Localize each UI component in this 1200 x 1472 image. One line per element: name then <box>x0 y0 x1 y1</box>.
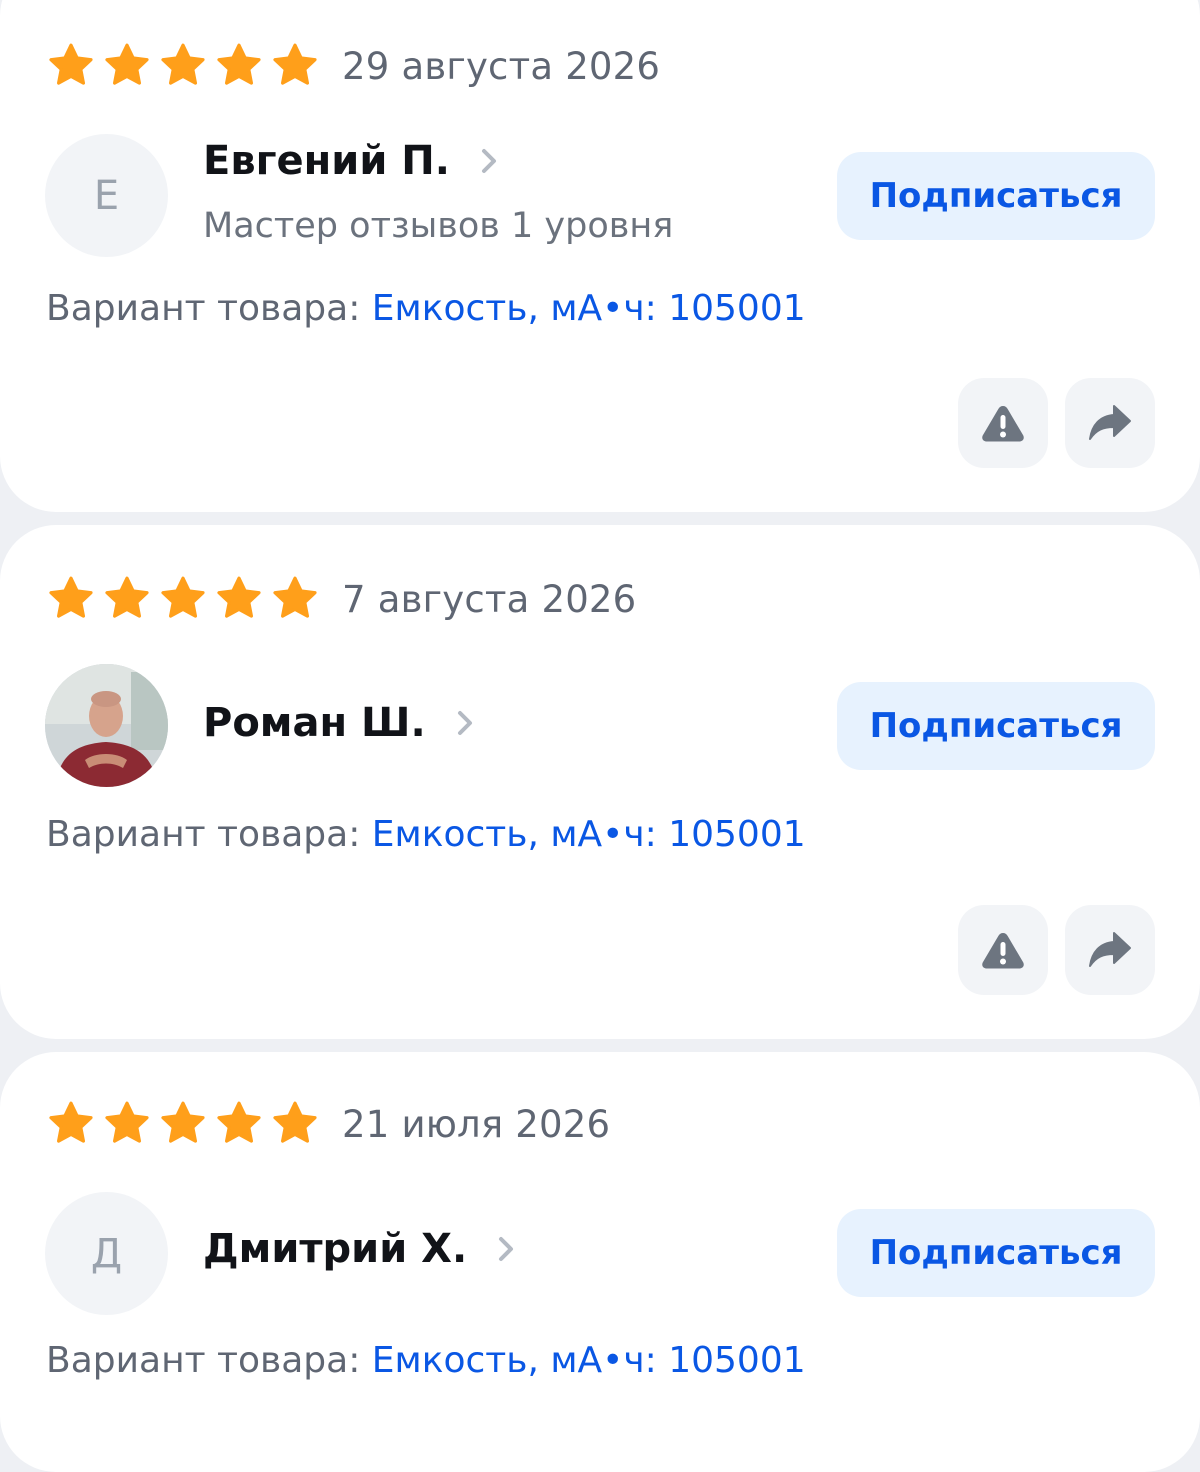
product-variant: Вариант товара: Емкость, мА•ч: 105001 <box>46 814 806 855</box>
share-button[interactable] <box>1065 905 1155 995</box>
product-variant: Вариант товара: Емкость, мА•ч: 105001 <box>46 1340 806 1381</box>
author-link[interactable]: Роман Ш. <box>203 700 474 746</box>
author-link[interactable]: Евгений П. <box>203 138 498 184</box>
share-button[interactable] <box>1065 378 1155 468</box>
variant-value-link[interactable]: Емкость, мА•ч: 105001 <box>372 1340 806 1381</box>
avatar-photo <box>45 664 168 787</box>
author-link[interactable]: Дмитрий Х. <box>203 1226 515 1272</box>
author-level: Мастер отзывов 1 уровня <box>203 206 674 246</box>
variant-label: Вариант товара: <box>46 814 361 855</box>
star-icon <box>46 1100 96 1148</box>
star-icon <box>270 42 320 90</box>
star-icon <box>102 575 152 623</box>
review-date: 29 августа 2026 <box>342 44 661 88</box>
rating-row: 21 июля 2026 <box>46 1100 610 1148</box>
star-icon <box>158 575 208 623</box>
rating-stars <box>46 575 320 623</box>
subscribe-button[interactable]: Подписаться <box>837 682 1155 770</box>
variant-label: Вариант товара: <box>46 288 361 329</box>
product-variant: Вариант товара: Емкость, мА•ч: 105001 <box>46 288 806 329</box>
variant-value-link[interactable]: Емкость, мА•ч: 105001 <box>372 288 806 329</box>
star-icon <box>102 1100 152 1148</box>
chevron-right-icon <box>497 1235 515 1263</box>
star-icon <box>102 42 152 90</box>
review-date: 21 июля 2026 <box>342 1102 611 1146</box>
avatar[interactable]: Е <box>45 134 168 257</box>
warning-icon <box>982 933 1024 969</box>
avatar[interactable] <box>45 664 168 787</box>
avatar[interactable]: Д <box>45 1192 168 1315</box>
chevron-right-icon <box>480 147 498 175</box>
star-icon <box>214 575 264 623</box>
star-icon <box>270 1100 320 1148</box>
warning-icon <box>982 406 1024 442</box>
report-button[interactable] <box>958 905 1048 995</box>
author-name: Евгений П. <box>203 138 450 184</box>
variant-label: Вариант товара: <box>46 1340 361 1381</box>
rating-row: 29 августа 2026 <box>46 42 660 90</box>
review-date: 7 августа 2026 <box>342 577 637 621</box>
share-arrow-icon <box>1089 932 1131 967</box>
subscribe-button[interactable]: Подписаться <box>837 152 1155 240</box>
review-card: 29 августа 2026 Е Евгений П. Мастер отзы… <box>0 0 1200 512</box>
review-card: 7 августа 2026 Роман Ш. Подписаться Вари… <box>0 525 1200 1039</box>
rating-stars <box>46 42 320 90</box>
report-button[interactable] <box>958 378 1048 468</box>
chevron-right-icon <box>456 709 474 737</box>
star-icon <box>46 575 96 623</box>
rating-stars <box>46 1100 320 1148</box>
subscribe-button[interactable]: Подписаться <box>837 1209 1155 1297</box>
share-arrow-icon <box>1089 405 1131 440</box>
star-icon <box>214 42 264 90</box>
star-icon <box>158 1100 208 1148</box>
star-icon <box>158 42 208 90</box>
star-icon <box>270 575 320 623</box>
variant-value-link[interactable]: Емкость, мА•ч: 105001 <box>372 814 806 855</box>
review-card: 21 июля 2026 Д Дмитрий Х. Подписаться Ва… <box>0 1052 1200 1472</box>
rating-row: 7 августа 2026 <box>46 575 636 623</box>
star-icon <box>214 1100 264 1148</box>
author-name: Дмитрий Х. <box>203 1226 468 1272</box>
star-icon <box>46 42 96 90</box>
author-name: Роман Ш. <box>203 700 426 746</box>
